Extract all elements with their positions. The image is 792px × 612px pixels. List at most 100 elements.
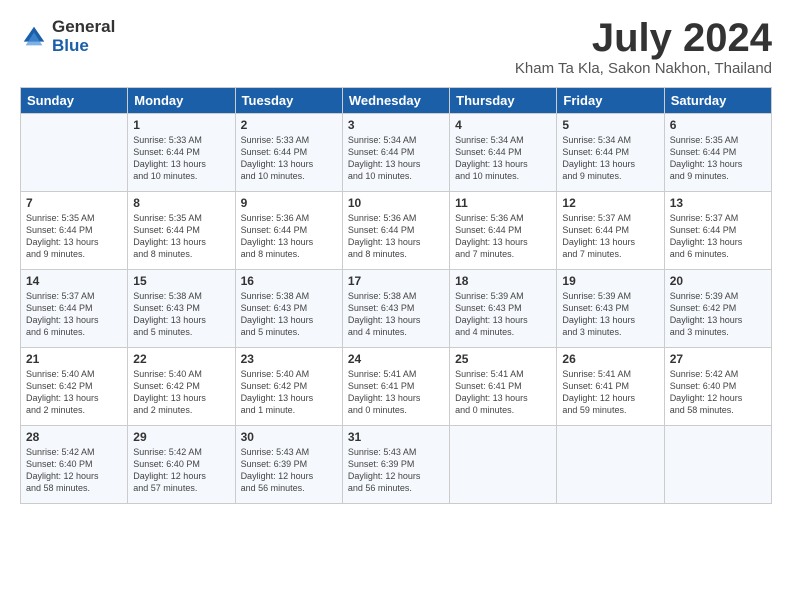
day-cell: 5Sunrise: 5:34 AM Sunset: 6:44 PM Daylig…	[557, 114, 664, 192]
day-cell: 30 Sunrise: 5:43 AM Sunset: 6:39 PM Dayli…	[235, 426, 342, 504]
day-cell	[557, 426, 664, 504]
header-cell-monday: Monday	[128, 88, 235, 114]
calendar-title: July 2024	[515, 18, 772, 58]
day-cell: 6 Sunrise: 5:35 AM Sunset: 6:44 PM Daylig…	[664, 114, 771, 192]
day-number: 21	[26, 352, 122, 366]
day-cell: 10 Sunrise: 5:36 AM Sunset: 6:44 PM Dayli…	[342, 192, 449, 270]
day-number: 24	[348, 352, 444, 366]
day-info: Sunrise: 5:37 AM Sunset: 6:44 PM Dayligh…	[670, 212, 766, 261]
day-info: Sunrise: 5:41 AM Sunset: 6:41 PM Dayligh…	[562, 368, 658, 417]
day-cell: 23 Sunrise: 5:40 AM Sunset: 6:42 PM Dayli…	[235, 348, 342, 426]
day-number: 15	[133, 274, 229, 288]
day-number: 7	[26, 196, 122, 210]
week-row-3: 21 Sunrise: 5:40 AM Sunset: 6:42 PM Dayli…	[21, 348, 772, 426]
day-info: Sunrise: 5:39 AM Sunset: 6:43 PM Dayligh…	[455, 290, 551, 339]
day-info: Sunrise: 5:35 AM Sunset: 6:44 PM Dayligh…	[670, 134, 766, 183]
day-cell: 2Sunrise: 5:33 AM Sunset: 6:44 PM Daylig…	[235, 114, 342, 192]
day-info: Sunrise: 5:42 AM Sunset: 6:40 PM Dayligh…	[133, 446, 229, 495]
logo-blue-text: Blue	[52, 37, 115, 56]
day-cell: 19 Sunrise: 5:39 AM Sunset: 6:43 PM Dayli…	[557, 270, 664, 348]
day-cell: 16Sunrise: 5:38 AM Sunset: 6:43 PM Dayli…	[235, 270, 342, 348]
day-cell	[21, 114, 128, 192]
header-cell-friday: Friday	[557, 88, 664, 114]
day-info: Sunrise: 5:42 AM Sunset: 6:40 PM Dayligh…	[26, 446, 122, 495]
day-info: Sunrise: 5:37 AM Sunset: 6:44 PM Dayligh…	[562, 212, 658, 261]
day-number: 20	[670, 274, 766, 288]
header: General Blue July 2024 Kham Ta Kla, Sako…	[20, 18, 772, 77]
day-number: 26	[562, 352, 658, 366]
day-cell: 26 Sunrise: 5:41 AM Sunset: 6:41 PM Dayli…	[557, 348, 664, 426]
day-number: 9	[241, 196, 337, 210]
logo-icon	[20, 23, 48, 51]
day-number: 30	[241, 430, 337, 444]
day-info: Sunrise: 5:41 AM Sunset: 6:41 PM Dayligh…	[348, 368, 444, 417]
day-number: 23	[241, 352, 337, 366]
day-info: Sunrise: 5:39 AM Sunset: 6:43 PM Dayligh…	[562, 290, 658, 339]
week-row-1: 7 Sunrise: 5:35 AM Sunset: 6:44 PM Daylig…	[21, 192, 772, 270]
header-cell-sunday: Sunday	[21, 88, 128, 114]
day-number: 31	[348, 430, 444, 444]
day-cell: 8 Sunrise: 5:35 AM Sunset: 6:44 PM Daylig…	[128, 192, 235, 270]
day-number: 4	[455, 118, 551, 132]
day-info: Sunrise: 5:43 AM Sunset: 6:39 PM Dayligh…	[241, 446, 337, 495]
calendar-subtitle: Kham Ta Kla, Sakon Nakhon, Thailand	[515, 60, 772, 77]
day-info: Sunrise: 5:35 AM Sunset: 6:44 PM Dayligh…	[26, 212, 122, 261]
page: General Blue July 2024 Kham Ta Kla, Sako…	[0, 0, 792, 516]
day-info: Sunrise: 5:39 AM Sunset: 6:42 PM Dayligh…	[670, 290, 766, 339]
day-info: Sunrise: 5:34 AM Sunset: 6:44 PM Dayligh…	[455, 134, 551, 183]
day-number: 17	[348, 274, 444, 288]
day-cell: 3 Sunrise: 5:34 AM Sunset: 6:44 PM Daylig…	[342, 114, 449, 192]
day-number: 13	[670, 196, 766, 210]
day-info: Sunrise: 5:36 AM Sunset: 6:44 PM Dayligh…	[455, 212, 551, 261]
title-area: July 2024 Kham Ta Kla, Sakon Nakhon, Tha…	[515, 18, 772, 77]
day-number: 6	[670, 118, 766, 132]
day-number: 19	[562, 274, 658, 288]
day-cell: 25 Sunrise: 5:41 AM Sunset: 6:41 PM Dayli…	[450, 348, 557, 426]
day-cell: 4 Sunrise: 5:34 AM Sunset: 6:44 PM Daylig…	[450, 114, 557, 192]
day-number: 1	[133, 118, 229, 132]
day-cell: 21Sunrise: 5:40 AM Sunset: 6:42 PM Dayli…	[21, 348, 128, 426]
logo-general-text: General	[52, 18, 115, 37]
day-info: Sunrise: 5:34 AM Sunset: 6:44 PM Dayligh…	[348, 134, 444, 183]
day-number: 27	[670, 352, 766, 366]
day-cell: 9Sunrise: 5:36 AM Sunset: 6:44 PM Daylig…	[235, 192, 342, 270]
day-cell: 11 Sunrise: 5:36 AM Sunset: 6:44 PM Dayli…	[450, 192, 557, 270]
day-number: 12	[562, 196, 658, 210]
day-cell: 24 Sunrise: 5:41 AM Sunset: 6:41 PM Dayli…	[342, 348, 449, 426]
day-cell: 20 Sunrise: 5:39 AM Sunset: 6:42 PM Dayli…	[664, 270, 771, 348]
week-row-0: 1Sunrise: 5:33 AM Sunset: 6:44 PM Daylig…	[21, 114, 772, 192]
day-cell: 15Sunrise: 5:38 AM Sunset: 6:43 PM Dayli…	[128, 270, 235, 348]
day-info: Sunrise: 5:37 AM Sunset: 6:44 PM Dayligh…	[26, 290, 122, 339]
day-info: Sunrise: 5:43 AM Sunset: 6:39 PM Dayligh…	[348, 446, 444, 495]
day-cell: 1Sunrise: 5:33 AM Sunset: 6:44 PM Daylig…	[128, 114, 235, 192]
day-number: 22	[133, 352, 229, 366]
header-row: SundayMondayTuesdayWednesdayThursdayFrid…	[21, 88, 772, 114]
day-info: Sunrise: 5:35 AM Sunset: 6:44 PM Dayligh…	[133, 212, 229, 261]
day-number: 5	[562, 118, 658, 132]
logo-text: General Blue	[52, 18, 115, 55]
day-cell: 27 Sunrise: 5:42 AM Sunset: 6:40 PM Dayli…	[664, 348, 771, 426]
day-number: 10	[348, 196, 444, 210]
day-cell	[664, 426, 771, 504]
day-cell: 29Sunrise: 5:42 AM Sunset: 6:40 PM Dayli…	[128, 426, 235, 504]
header-cell-wednesday: Wednesday	[342, 88, 449, 114]
week-row-4: 28 Sunrise: 5:42 AM Sunset: 6:40 PM Dayli…	[21, 426, 772, 504]
header-cell-tuesday: Tuesday	[235, 88, 342, 114]
day-number: 28	[26, 430, 122, 444]
day-info: Sunrise: 5:40 AM Sunset: 6:42 PM Dayligh…	[241, 368, 337, 417]
day-cell: 31 Sunrise: 5:43 AM Sunset: 6:39 PM Dayli…	[342, 426, 449, 504]
day-number: 3	[348, 118, 444, 132]
day-info: Sunrise: 5:42 AM Sunset: 6:40 PM Dayligh…	[670, 368, 766, 417]
day-info: Sunrise: 5:36 AM Sunset: 6:44 PM Dayligh…	[348, 212, 444, 261]
day-cell: 12 Sunrise: 5:37 AM Sunset: 6:44 PM Dayli…	[557, 192, 664, 270]
logo: General Blue	[20, 18, 115, 55]
day-number: 11	[455, 196, 551, 210]
day-number: 2	[241, 118, 337, 132]
week-row-2: 14 Sunrise: 5:37 AM Sunset: 6:44 PM Dayli…	[21, 270, 772, 348]
day-cell: 14 Sunrise: 5:37 AM Sunset: 6:44 PM Dayli…	[21, 270, 128, 348]
day-number: 14	[26, 274, 122, 288]
day-number: 8	[133, 196, 229, 210]
day-info: Sunrise: 5:41 AM Sunset: 6:41 PM Dayligh…	[455, 368, 551, 417]
day-number: 25	[455, 352, 551, 366]
header-cell-thursday: Thursday	[450, 88, 557, 114]
